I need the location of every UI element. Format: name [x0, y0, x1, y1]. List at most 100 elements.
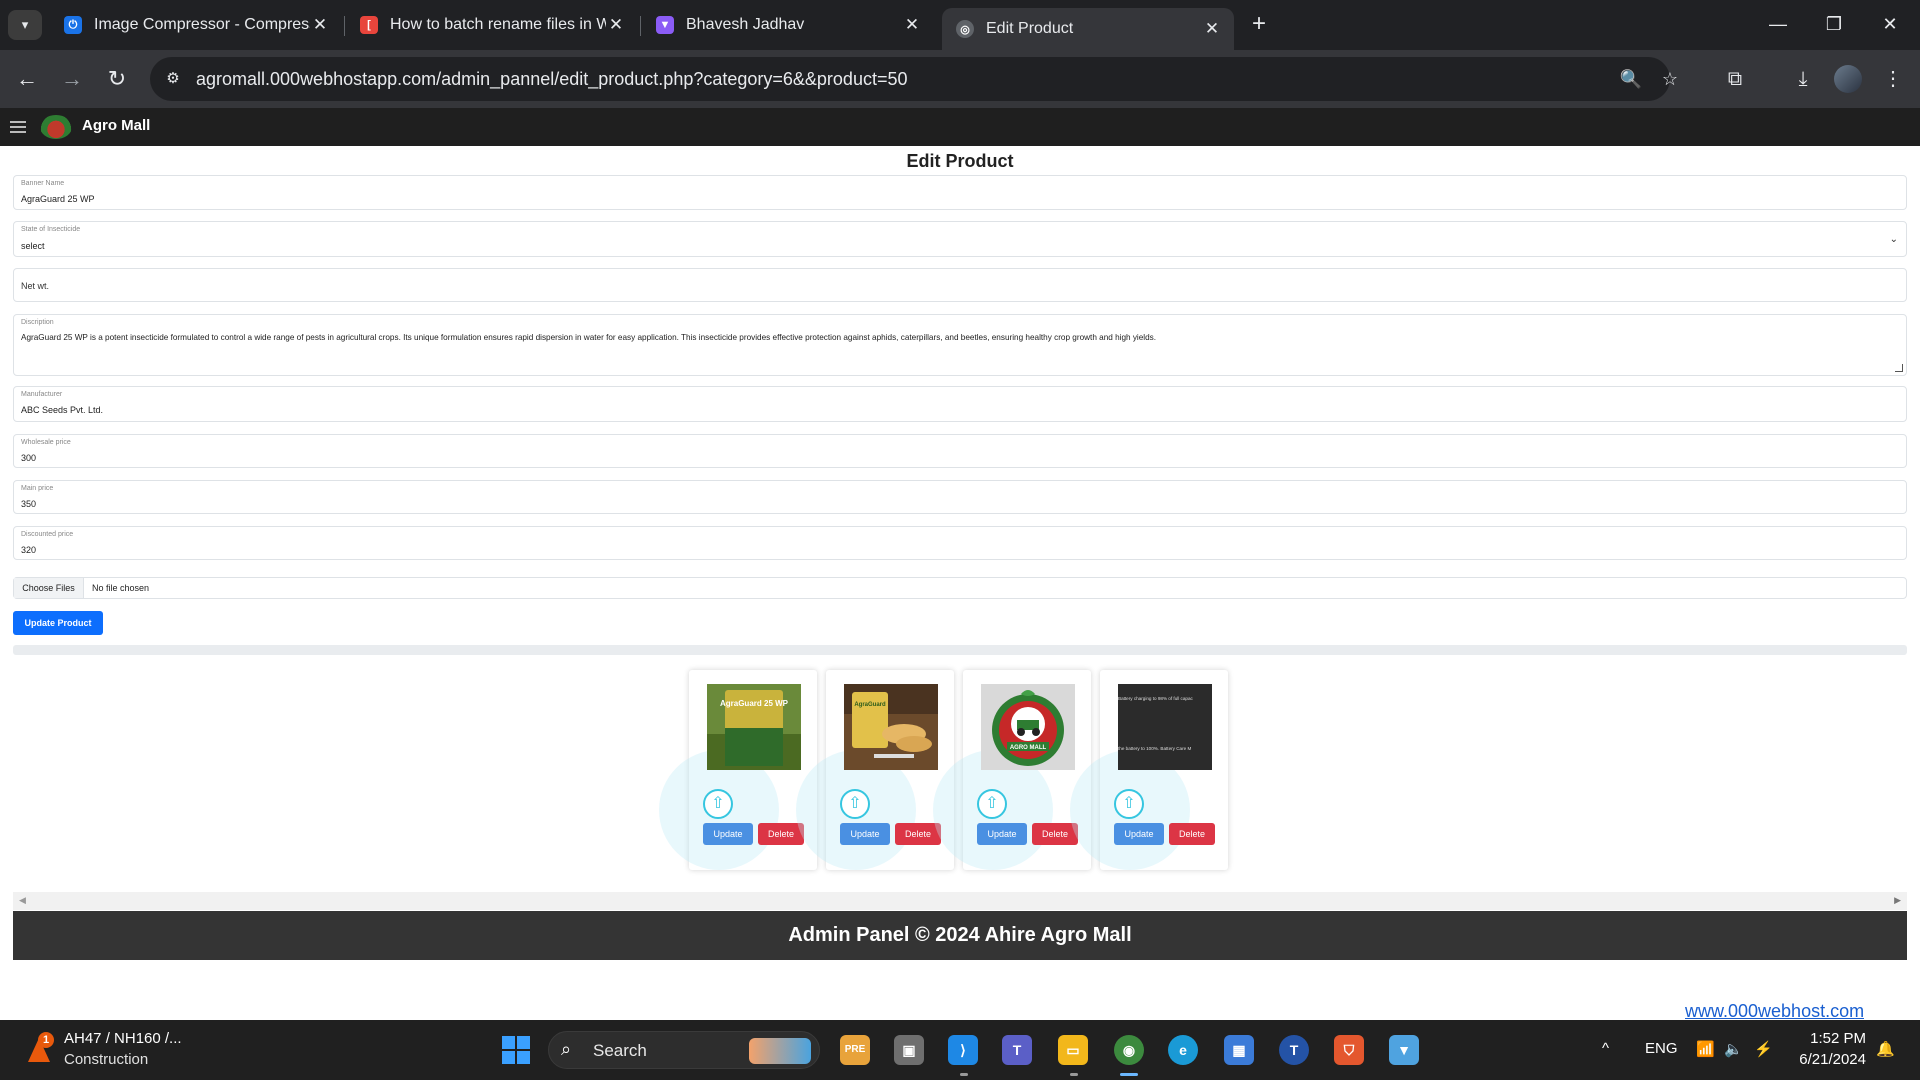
extensions-icon[interactable]: ⧉: [1720, 64, 1750, 94]
field-value[interactable]: ABC Seeds Pvt. Ltd.: [21, 405, 103, 415]
product-image: AgraGuard: [844, 684, 938, 770]
taskbar-search[interactable]: ⌕ Search: [548, 1031, 820, 1069]
close-icon[interactable]: ✕: [606, 15, 626, 35]
download-icon[interactable]: ⤓: [1788, 64, 1818, 94]
site-info-icon[interactable]: ⚙: [162, 68, 184, 90]
webhost-link[interactable]: www.000webhost.com: [1685, 1001, 1864, 1021]
field-label: State of Insecticide: [21, 226, 81, 233]
vscode-icon[interactable]: ⟩: [948, 1035, 978, 1065]
tab-image-compressor[interactable]: ⏻ Image Compressor - Compress ✕: [50, 8, 342, 42]
brave-icon[interactable]: ⛉: [1334, 1035, 1364, 1065]
description-textarea[interactable]: Discription AgraGuard 25 WP is a potent …: [13, 314, 1907, 376]
hamburger-menu-icon[interactable]: [10, 121, 26, 133]
microsoft-store-icon[interactable]: ▦: [1224, 1035, 1254, 1065]
widget-subtitle[interactable]: Construction: [64, 1051, 148, 1068]
powertoys-icon[interactable]: PRE: [840, 1035, 870, 1065]
profile-avatar[interactable]: [1834, 65, 1862, 93]
field-value[interactable]: AgraGuard 25 WP is a potent insecticide …: [21, 333, 1156, 342]
tab-batch-rename[interactable]: [ How to batch rename files in W ✕: [346, 8, 638, 42]
delete-image-button[interactable]: Delete: [1032, 823, 1078, 845]
close-icon[interactable]: ✕: [902, 15, 922, 35]
upload-icon[interactable]: ⇧: [840, 789, 870, 819]
language-indicator[interactable]: ENG: [1645, 1040, 1678, 1057]
more-menu-icon[interactable]: ⋮: [1878, 64, 1908, 94]
field-value[interactable]: 350: [21, 499, 36, 509]
tab-bhavesh-jadhav[interactable]: ▼ Bhavesh Jadhav ✕: [642, 8, 934, 42]
page-title: Edit Product: [906, 151, 1014, 171]
traffic-cone-icon[interactable]: 1: [24, 1032, 54, 1062]
thumb-text: AgraGuard 25 WP: [720, 699, 789, 708]
running-indicator: [1070, 1073, 1078, 1076]
windows-start-icon[interactable]: [502, 1036, 530, 1064]
forward-button[interactable]: →: [57, 64, 87, 94]
resize-handle-icon[interactable]: [1895, 364, 1903, 372]
discounted-price-field[interactable]: Discounted price 320: [13, 526, 1907, 560]
file-upload-input[interactable]: Choose Files No file chosen: [13, 577, 1907, 599]
update-product-button[interactable]: Update Product: [13, 611, 103, 635]
delete-image-button[interactable]: Delete: [895, 823, 941, 845]
thumb-text: the battery to 100%. Battery Care M: [1118, 746, 1191, 751]
wifi-icon[interactable]: 📶: [1696, 1040, 1715, 1058]
wholesale-price-field[interactable]: Wholesale price 300: [13, 434, 1907, 468]
clock-date[interactable]: 6/21/2024: [1794, 1051, 1866, 1068]
search-icon: ⌕: [561, 1039, 572, 1059]
banner-name-field[interactable]: Banner Name AgraGuard 25 WP: [13, 175, 1907, 210]
delete-image-button[interactable]: Delete: [1169, 823, 1215, 845]
tab-search-button[interactable]: ▾: [8, 10, 42, 40]
field-value[interactable]: 320: [21, 545, 36, 555]
widget-title[interactable]: AH47 / NH160 /...: [64, 1030, 182, 1047]
brand-name[interactable]: Agro Mall: [82, 117, 150, 134]
update-image-button[interactable]: Update: [703, 823, 753, 845]
product-image: AGRO MALL: [981, 684, 1075, 770]
app-navbar: Agro Mall: [0, 108, 1920, 146]
clock-time[interactable]: 1:52 PM: [1794, 1030, 1866, 1047]
state-select[interactable]: State of Insecticide select ⌄: [13, 221, 1907, 257]
back-button[interactable]: ←: [12, 64, 42, 94]
teams-icon[interactable]: T: [1002, 1035, 1032, 1065]
edge-icon[interactable]: e: [1168, 1035, 1198, 1065]
file-explorer-icon[interactable]: ▭: [1058, 1035, 1088, 1065]
tab-title: Image Compressor - Compress: [94, 16, 310, 33]
scroll-left-arrow-icon[interactable]: ◀: [19, 895, 26, 906]
main-price-field[interactable]: Main price 350: [13, 480, 1907, 514]
bookmark-star-icon[interactable]: ☆: [1658, 67, 1682, 91]
upload-icon[interactable]: ⇧: [1114, 789, 1144, 819]
notification-bell-icon[interactable]: 🔔: [1876, 1040, 1895, 1058]
agro-mall-logo: [40, 115, 72, 139]
window-close-button[interactable]: ✕: [1862, 8, 1918, 40]
update-image-button[interactable]: Update: [1114, 823, 1164, 845]
field-value[interactable]: 300: [21, 453, 36, 463]
minimize-button[interactable]: —: [1750, 8, 1806, 40]
field-label: Main price: [21, 485, 54, 492]
tab-edit-product[interactable]: ◎ Edit Product ✕: [942, 8, 1234, 50]
manufacturer-field[interactable]: Manufacturer ABC Seeds Pvt. Ltd.: [13, 386, 1907, 422]
update-image-button[interactable]: Update: [840, 823, 890, 845]
thumb-text: AgraGuard: [854, 702, 886, 708]
choose-files-button[interactable]: Choose Files: [14, 578, 84, 598]
upload-icon[interactable]: ⇧: [977, 789, 1007, 819]
scroll-right-arrow-icon[interactable]: ▶: [1894, 895, 1901, 906]
app-t-icon[interactable]: T: [1279, 1035, 1309, 1065]
url-text[interactable]: agromall.000webhostapp.com/admin_pannel/…: [196, 69, 908, 90]
show-hidden-icons[interactable]: ^: [1602, 1040, 1609, 1057]
select-value[interactable]: select: [21, 241, 45, 251]
upload-icon[interactable]: ⇧: [703, 789, 733, 819]
close-icon[interactable]: ✕: [1202, 19, 1222, 39]
update-image-button[interactable]: Update: [977, 823, 1027, 845]
task-view-icon[interactable]: ▣: [894, 1035, 924, 1065]
address-bar[interactable]: ⚙ agromall.000webhostapp.com/admin_panne…: [150, 57, 1678, 101]
restore-button[interactable]: ❐: [1806, 8, 1862, 40]
volume-icon[interactable]: 🔈: [1724, 1040, 1743, 1058]
net-wt-field[interactable]: Net wt.: [13, 268, 1907, 302]
new-tab-button[interactable]: +: [1244, 10, 1274, 40]
field-value[interactable]: AgraGuard 25 WP: [21, 194, 95, 204]
vite-app-icon[interactable]: ▼: [1389, 1035, 1419, 1065]
horizontal-scrollbar[interactable]: ◀ ▶: [13, 892, 1907, 910]
close-icon[interactable]: ✕: [310, 15, 330, 35]
battery-icon[interactable]: ⚡: [1754, 1040, 1773, 1058]
chrome-icon[interactable]: ◉: [1114, 1035, 1144, 1065]
zoom-icon[interactable]: 🔍: [1619, 67, 1643, 91]
reload-button[interactable]: ↻: [102, 64, 132, 94]
field-placeholder[interactable]: Net wt.: [21, 281, 49, 291]
delete-image-button[interactable]: Delete: [758, 823, 804, 845]
